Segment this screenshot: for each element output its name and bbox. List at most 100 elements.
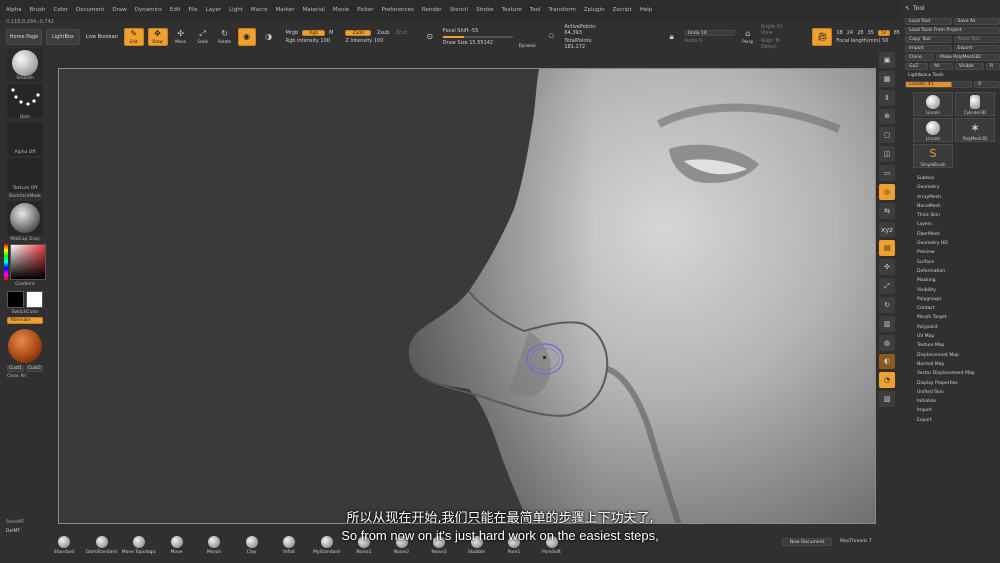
- focal-preset-24[interactable]: 24: [847, 30, 853, 36]
- menu-item-document[interactable]: Document: [76, 7, 105, 13]
- menu-item-macro[interactable]: Macro: [251, 7, 268, 13]
- view-button-aahalf[interactable]: ◫: [879, 146, 895, 163]
- subpalette-nanomesh[interactable]: NanoMesh: [917, 202, 1000, 211]
- document-canvas[interactable]: [58, 68, 876, 524]
- brush-morph[interactable]: Morph: [194, 536, 234, 555]
- clear-all-button[interactable]: Clear All: [7, 374, 26, 379]
- delmt-button[interactable]: DelMT: [6, 529, 20, 534]
- home-page-button[interactable]: Home Page: [6, 29, 42, 45]
- align-to-object-button[interactable]: Align To Object: [761, 38, 795, 50]
- focal-preset-18[interactable]: 18: [836, 30, 842, 36]
- subpalette-normal-map[interactable]: Normal Map: [917, 360, 1000, 369]
- export-button[interactable]: Export: [953, 45, 1000, 52]
- focal-preset-35[interactable]: 35: [867, 30, 873, 36]
- menu-item-file[interactable]: File: [189, 7, 198, 13]
- r-button[interactable]: R: [986, 63, 1000, 70]
- goz-button[interactable]: GoZ: [905, 63, 928, 70]
- m-toggle[interactable]: M: [329, 30, 333, 36]
- focal-preset-50[interactable]: 50: [877, 30, 890, 36]
- material-slot[interactable]: [7, 201, 43, 235]
- menu-item-picker[interactable]: Picker: [357, 7, 373, 13]
- view-button-zoom[interactable]: ⊕: [879, 108, 895, 125]
- z-intensity-slider[interactable]: Z Intensity 100: [345, 38, 406, 44]
- view-button-local[interactable]: ◎: [879, 183, 895, 200]
- subpalette-polygroups[interactable]: Polygroups: [917, 295, 1000, 304]
- menu-item-preferences[interactable]: Preferences: [382, 7, 414, 13]
- menu-item-light[interactable]: Light: [229, 7, 243, 13]
- view-button-solo[interactable]: ◔: [879, 372, 895, 389]
- menu-item-tool[interactable]: Tool: [530, 7, 541, 13]
- persp-button[interactable]: ⌂ Persp: [739, 28, 757, 46]
- subpalette-uv-map[interactable]: UV Map: [917, 332, 1000, 341]
- cust-material-icon[interactable]: [8, 329, 42, 363]
- menu-item-transform[interactable]: Transform: [548, 7, 575, 13]
- menu-item-alpha[interactable]: Alpha: [6, 7, 22, 13]
- menu-item-brush[interactable]: Brush: [30, 7, 46, 13]
- focal-icon-button[interactable]: ⊙: [421, 28, 439, 46]
- dynamic-button[interactable]: Dynamic: [517, 42, 539, 49]
- menu-item-dynamics[interactable]: Dynamics: [135, 7, 162, 13]
- brush-clay[interactable]: Clay: [232, 536, 272, 555]
- subpalette-import[interactable]: Import: [917, 406, 1000, 415]
- menu-item-stroke[interactable]: Stroke: [476, 7, 494, 13]
- subpalette-texture-map[interactable]: Texture Map: [917, 341, 1000, 350]
- move-button[interactable]: ✣ Move: [172, 28, 190, 46]
- live-boolean-button[interactable]: Live Boolean: [84, 29, 120, 45]
- brush-standard[interactable]: Standard: [44, 536, 84, 555]
- rgb-intensity-slider[interactable]: Rgb Intensity 100: [286, 38, 334, 44]
- menu-item-marker[interactable]: Marker: [276, 7, 295, 13]
- copy-tool-button[interactable]: Copy Tool: [905, 36, 952, 43]
- alternate-button[interactable]: Alternate: [7, 317, 43, 324]
- all-button[interactable]: All: [930, 63, 953, 70]
- focal-preset-28[interactable]: 28: [857, 30, 863, 36]
- brush-damstandard[interactable]: DamStandard: [82, 536, 122, 555]
- paste-tool-button[interactable]: Paste Tool: [953, 36, 1000, 43]
- menu-item-texture[interactable]: Texture: [502, 7, 522, 13]
- subpalette-vector-displacement-map[interactable]: Vector Displacement Map: [917, 369, 1000, 378]
- subpalette-deformation[interactable]: Deformation: [917, 267, 1000, 276]
- subpalette-preview[interactable]: Preview: [917, 248, 1000, 257]
- cust2-button[interactable]: Cust2: [26, 365, 43, 372]
- subpalette-layers[interactable]: Layers: [917, 220, 1000, 229]
- draw-button[interactable]: ✥ Draw: [147, 28, 168, 46]
- main-color-swatch[interactable]: [7, 291, 24, 308]
- view-button-bpr[interactable]: ▣: [879, 52, 895, 68]
- import-button[interactable]: Import: [905, 45, 952, 52]
- make-polymesh-button[interactable]: Make PolyMesh3D: [936, 54, 1000, 61]
- hue-strip[interactable]: [4, 244, 8, 280]
- zadd-toggle[interactable]: Zadd: [345, 30, 372, 36]
- brush-slot[interactable]: Smooth: [7, 48, 43, 82]
- view-button-move[interactable]: ✣: [879, 259, 895, 276]
- subpalette-polypaint[interactable]: Polypaint: [917, 323, 1000, 332]
- tool-thumb-lincoln[interactable]: Lincoln: [913, 92, 953, 116]
- storemt-button[interactable]: StoreMT: [6, 520, 25, 525]
- color-square[interactable]: [10, 244, 46, 280]
- focal-shift-slider[interactable]: Focal Shift -55: [443, 28, 513, 34]
- lightbox-button[interactable]: LightBox: [46, 29, 80, 45]
- save-as-button[interactable]: Save As: [953, 18, 1000, 25]
- view-button-actual[interactable]: ▢: [879, 127, 895, 144]
- secondary-color-swatch[interactable]: [26, 291, 43, 308]
- subpalette-geometry[interactable]: Geometry: [917, 183, 1000, 192]
- view-button-floor[interactable]: ▭: [879, 165, 895, 181]
- cust1-button[interactable]: Cust1: [7, 365, 24, 372]
- angle-of-view-slider[interactable]: Angle Of View: [761, 24, 795, 36]
- zcut-toggle[interactable]: Zcut: [395, 30, 406, 36]
- lock-button[interactable]: 🔒︎: [663, 28, 681, 46]
- menu-item-render[interactable]: Render: [422, 7, 442, 13]
- view-button-xyz[interactable]: xyz: [879, 221, 895, 238]
- menu-item-edit[interactable]: Edit: [170, 7, 181, 13]
- clone-button[interactable]: Clone: [905, 54, 934, 61]
- menu-item-zplugin[interactable]: Zplugin: [584, 7, 605, 13]
- subpalette-contact[interactable]: Contact: [917, 304, 1000, 313]
- rgb-toggle[interactable]: Rgb: [302, 30, 326, 36]
- load-tool-button[interactable]: Load Tool: [905, 18, 952, 25]
- subpalette-export[interactable]: Export: [917, 416, 1000, 425]
- tool-thumb-lincoln[interactable]: Lincoln: [913, 118, 953, 142]
- lincoln-slider[interactable]: Lincoln: 41: [905, 81, 973, 88]
- new-document-button[interactable]: New Document: [782, 538, 832, 546]
- subpalette-arraymesh[interactable]: ArrayMesh: [917, 193, 1000, 202]
- menu-item-draw[interactable]: Draw: [112, 7, 126, 13]
- zsub-toggle[interactable]: Zsub: [377, 30, 389, 36]
- material-sphere-button[interactable]: ◉: [237, 28, 256, 46]
